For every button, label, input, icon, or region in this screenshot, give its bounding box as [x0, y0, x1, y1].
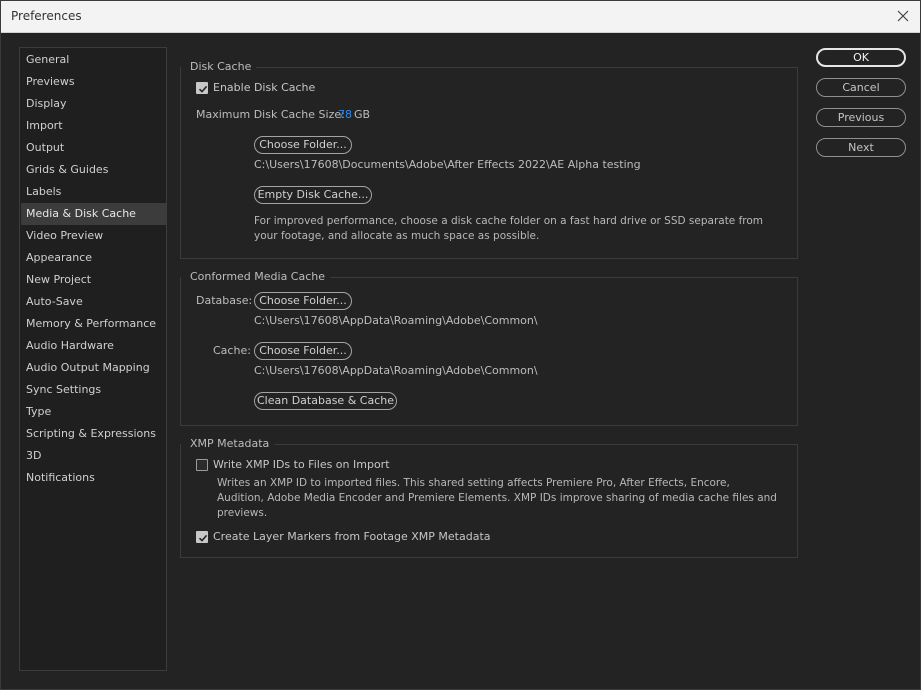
- close-button[interactable]: [892, 5, 914, 27]
- write-xmp-ids-description: Writes an XMP ID to imported files. This…: [217, 477, 777, 519]
- window-title: Preferences: [11, 9, 82, 23]
- disk-cache-title: Disk Cache: [181, 60, 257, 74]
- sidebar-item-type[interactable]: Type: [21, 401, 166, 423]
- sidebar-item-media-disk-cache[interactable]: Media & Disk Cache: [21, 203, 166, 225]
- sidebar-item-labels[interactable]: Labels: [21, 181, 166, 203]
- sidebar-item-auto-save[interactable]: Auto-Save: [21, 291, 166, 313]
- cache-choose-folder-button[interactable]: Choose Folder...: [254, 342, 352, 360]
- sidebar-item-output[interactable]: Output: [21, 137, 166, 159]
- sidebar-item-memory-performance[interactable]: Memory & Performance: [21, 313, 166, 335]
- next-button[interactable]: Next: [816, 138, 906, 157]
- database-choose-folder-button[interactable]: Choose Folder...: [254, 292, 352, 310]
- category-sidebar: General Previews Display Import Output G…: [19, 47, 167, 671]
- create-layer-markers-checkbox[interactable]: [196, 531, 208, 543]
- sidebar-item-audio-output-mapping[interactable]: Audio Output Mapping: [21, 357, 166, 379]
- max-disk-cache-unit: GB: [354, 108, 371, 121]
- cache-label: Cache:: [213, 344, 251, 357]
- sidebar-item-scripting-expressions[interactable]: Scripting & Expressions: [21, 423, 166, 445]
- sidebar-item-previews[interactable]: Previews: [21, 71, 166, 93]
- xmp-metadata-title: XMP Metadata: [181, 437, 275, 451]
- sidebar-item-video-preview[interactable]: Video Preview: [21, 225, 166, 247]
- sidebar-item-grids-guides[interactable]: Grids & Guides: [21, 159, 166, 181]
- sidebar-item-display[interactable]: Display: [21, 93, 166, 115]
- database-path: C:\Users\17608\AppData\Roaming\Adobe\Com…: [254, 314, 538, 327]
- disk-cache-hint: For improved performance, choose a disk …: [254, 215, 764, 242]
- title-bar: Preferences: [1, 1, 920, 33]
- sidebar-item-appearance[interactable]: Appearance: [21, 247, 166, 269]
- clean-database-cache-button[interactable]: Clean Database & Cache: [254, 392, 397, 410]
- disk-cache-choose-folder-button[interactable]: Choose Folder...: [254, 136, 352, 154]
- disk-cache-folder-path: C:\Users\17608\Documents\Adobe\After Eff…: [254, 158, 641, 171]
- cancel-button[interactable]: Cancel: [816, 78, 906, 97]
- enable-disk-cache-label: Enable Disk Cache: [213, 81, 316, 94]
- close-icon: [897, 10, 909, 22]
- database-label: Database:: [196, 294, 253, 307]
- cache-path: C:\Users\17608\AppData\Roaming\Adobe\Com…: [254, 364, 538, 377]
- sidebar-item-general[interactable]: General: [21, 49, 166, 71]
- max-disk-cache-value[interactable]: 78: [338, 108, 352, 121]
- empty-disk-cache-button[interactable]: Empty Disk Cache...: [254, 186, 372, 204]
- sidebar-item-sync-settings[interactable]: Sync Settings: [21, 379, 166, 401]
- sidebar-item-audio-hardware[interactable]: Audio Hardware: [21, 335, 166, 357]
- sidebar-item-import[interactable]: Import: [21, 115, 166, 137]
- ok-button[interactable]: OK: [816, 48, 906, 67]
- write-xmp-ids-checkbox[interactable]: [196, 459, 208, 471]
- max-disk-cache-label: Maximum Disk Cache Size:: [196, 108, 345, 121]
- previous-button[interactable]: Previous: [816, 108, 906, 127]
- sidebar-item-notifications[interactable]: Notifications: [21, 467, 166, 489]
- checkmark-icon: [198, 534, 208, 542]
- create-layer-markers-label: Create Layer Markers from Footage XMP Me…: [213, 530, 491, 543]
- enable-disk-cache-checkbox[interactable]: [196, 82, 208, 94]
- sidebar-item-new-project[interactable]: New Project: [21, 269, 166, 291]
- conformed-media-cache-title: Conformed Media Cache: [181, 270, 331, 284]
- preferences-window: Preferences General Previews Display Imp…: [0, 0, 921, 690]
- checkmark-icon: [198, 85, 208, 93]
- write-xmp-ids-label: Write XMP IDs to Files on Import: [213, 458, 390, 471]
- sidebar-item-3d[interactable]: 3D: [21, 445, 166, 467]
